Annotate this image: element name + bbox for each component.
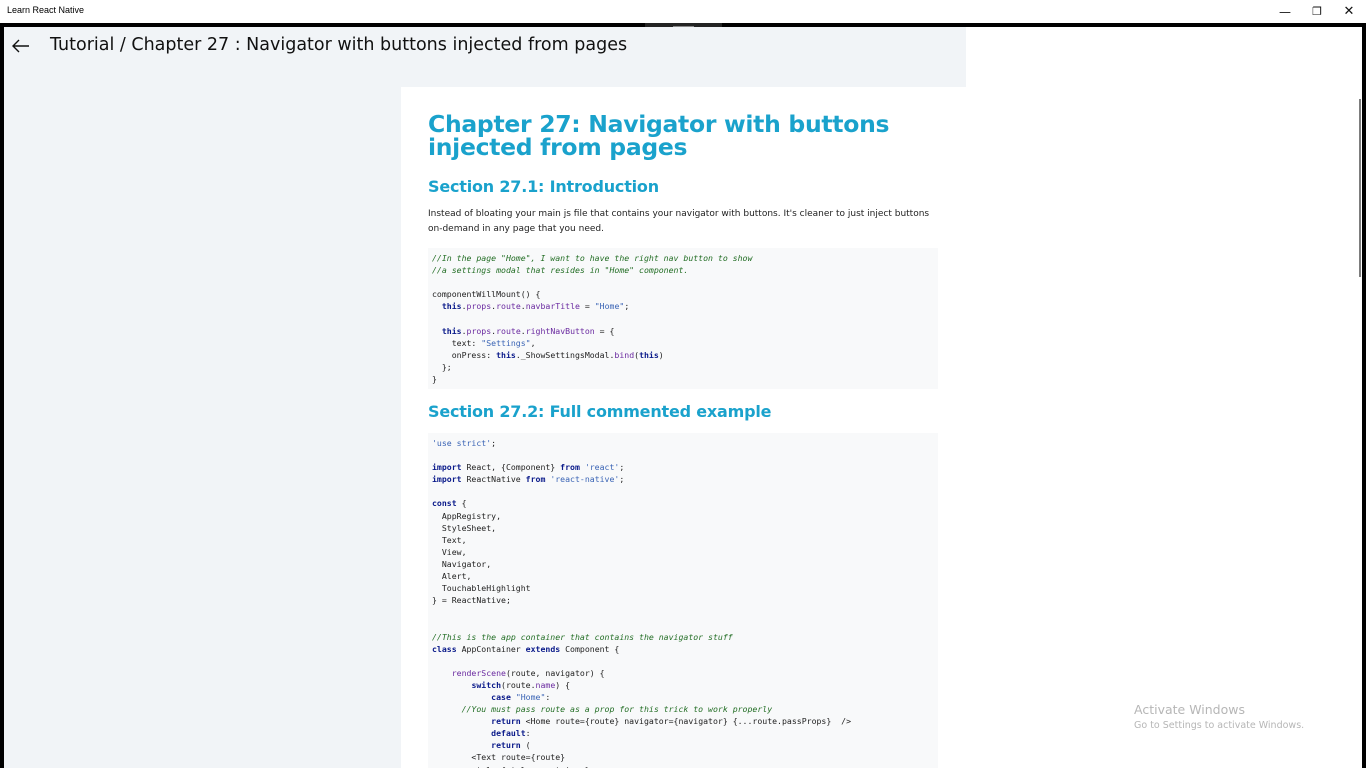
intro-paragraph: Instead of bloating your main js file th… xyxy=(428,209,930,234)
code-line: Text, xyxy=(432,534,467,545)
section-heading-introduction: Section 27.1: Introduction xyxy=(428,177,659,196)
code-line: //You must pass route as a prop for this… xyxy=(461,704,773,715)
right-pane xyxy=(966,27,1362,768)
page-title: Tutorial / Chapter 27 : Navigator with b… xyxy=(50,35,628,55)
code-line: componentWillMount() { xyxy=(432,289,541,300)
back-button[interactable] xyxy=(10,35,32,57)
code-line: default: xyxy=(491,728,531,739)
code-line: renderScene(route, navigator) { xyxy=(451,667,605,678)
watermark-title: Activate Windows xyxy=(1134,702,1245,717)
minimize-button[interactable]: — xyxy=(1268,0,1302,23)
close-button[interactable]: ✕ xyxy=(1332,0,1366,23)
code-line: class AppContainer extends Component { xyxy=(432,643,620,654)
code-line: }; xyxy=(432,361,452,372)
code-line: text: "Settings", xyxy=(432,337,536,348)
code-line: StyleSheet, xyxy=(432,522,497,533)
scrollbar[interactable] xyxy=(1359,99,1361,277)
activation-watermark: Activate Windows Go to Settings to activ… xyxy=(1134,702,1304,731)
app-title: Learn React Native xyxy=(7,5,85,15)
code-line: import React, {Component} from 'react'; xyxy=(432,462,625,473)
code-line: style={styles.container}> xyxy=(432,764,934,768)
code-line: const { xyxy=(432,498,467,509)
watermark-subtitle: Go to Settings to activate Windows. xyxy=(1134,720,1305,731)
code-line: case "Home": xyxy=(491,691,551,702)
code-line: import ReactNative from 'react-native'; xyxy=(432,474,625,485)
code-line: 'use strict'; xyxy=(432,438,497,448)
code-line: Alert, xyxy=(432,571,472,582)
code-line: return ( xyxy=(491,740,531,751)
code-line: <Text route={route} xyxy=(432,752,566,763)
code-line: switch(route.name) { xyxy=(471,679,571,690)
code-line: Navigator, xyxy=(432,558,492,569)
code-line: } = ReactNative; xyxy=(432,595,511,606)
maximize-button[interactable]: ❐ xyxy=(1300,0,1334,23)
code-line: View, xyxy=(432,546,467,557)
code-line: //In the page "Home", I want to have the… xyxy=(432,253,753,263)
code-line: } xyxy=(432,373,437,384)
code-line: onPress: this._ShowSettingsModal.bind(th… xyxy=(432,349,664,360)
window-titlebar: Learn React Native — ❐ ✕ xyxy=(0,0,1366,23)
code-line: return <Home route={route} navigator={na… xyxy=(491,716,851,727)
arrow-left-icon xyxy=(12,39,29,53)
main-pane: Tutorial / Chapter 27 : Navigator with b… xyxy=(4,27,966,768)
code-line: this.props.route.navbarTitle = "Home"; xyxy=(441,301,630,312)
code-line: AppRegistry, xyxy=(432,510,502,521)
code-line: //This is the app container that contain… xyxy=(432,631,733,642)
code-block-intro: //In the page "Home", I want to have the… xyxy=(428,248,938,389)
code-line: this.props.route.rightNavButton = { xyxy=(441,325,615,336)
code-line: TouchableHighlight xyxy=(432,583,531,594)
section-heading-full-example: Section 27.2: Full commented example xyxy=(428,402,772,421)
code-line: //a settings modal that resides in "Home… xyxy=(432,265,689,276)
app-client-area: Tutorial / Chapter 27 : Navigator with b… xyxy=(4,27,1362,768)
article-content: Chapter 27: Navigator with buttons injec… xyxy=(401,87,966,768)
chapter-title: Chapter 27: Navigator with buttons injec… xyxy=(428,110,890,161)
code-block-full-example: 'use strict'; import React, {Component} … xyxy=(428,433,938,768)
